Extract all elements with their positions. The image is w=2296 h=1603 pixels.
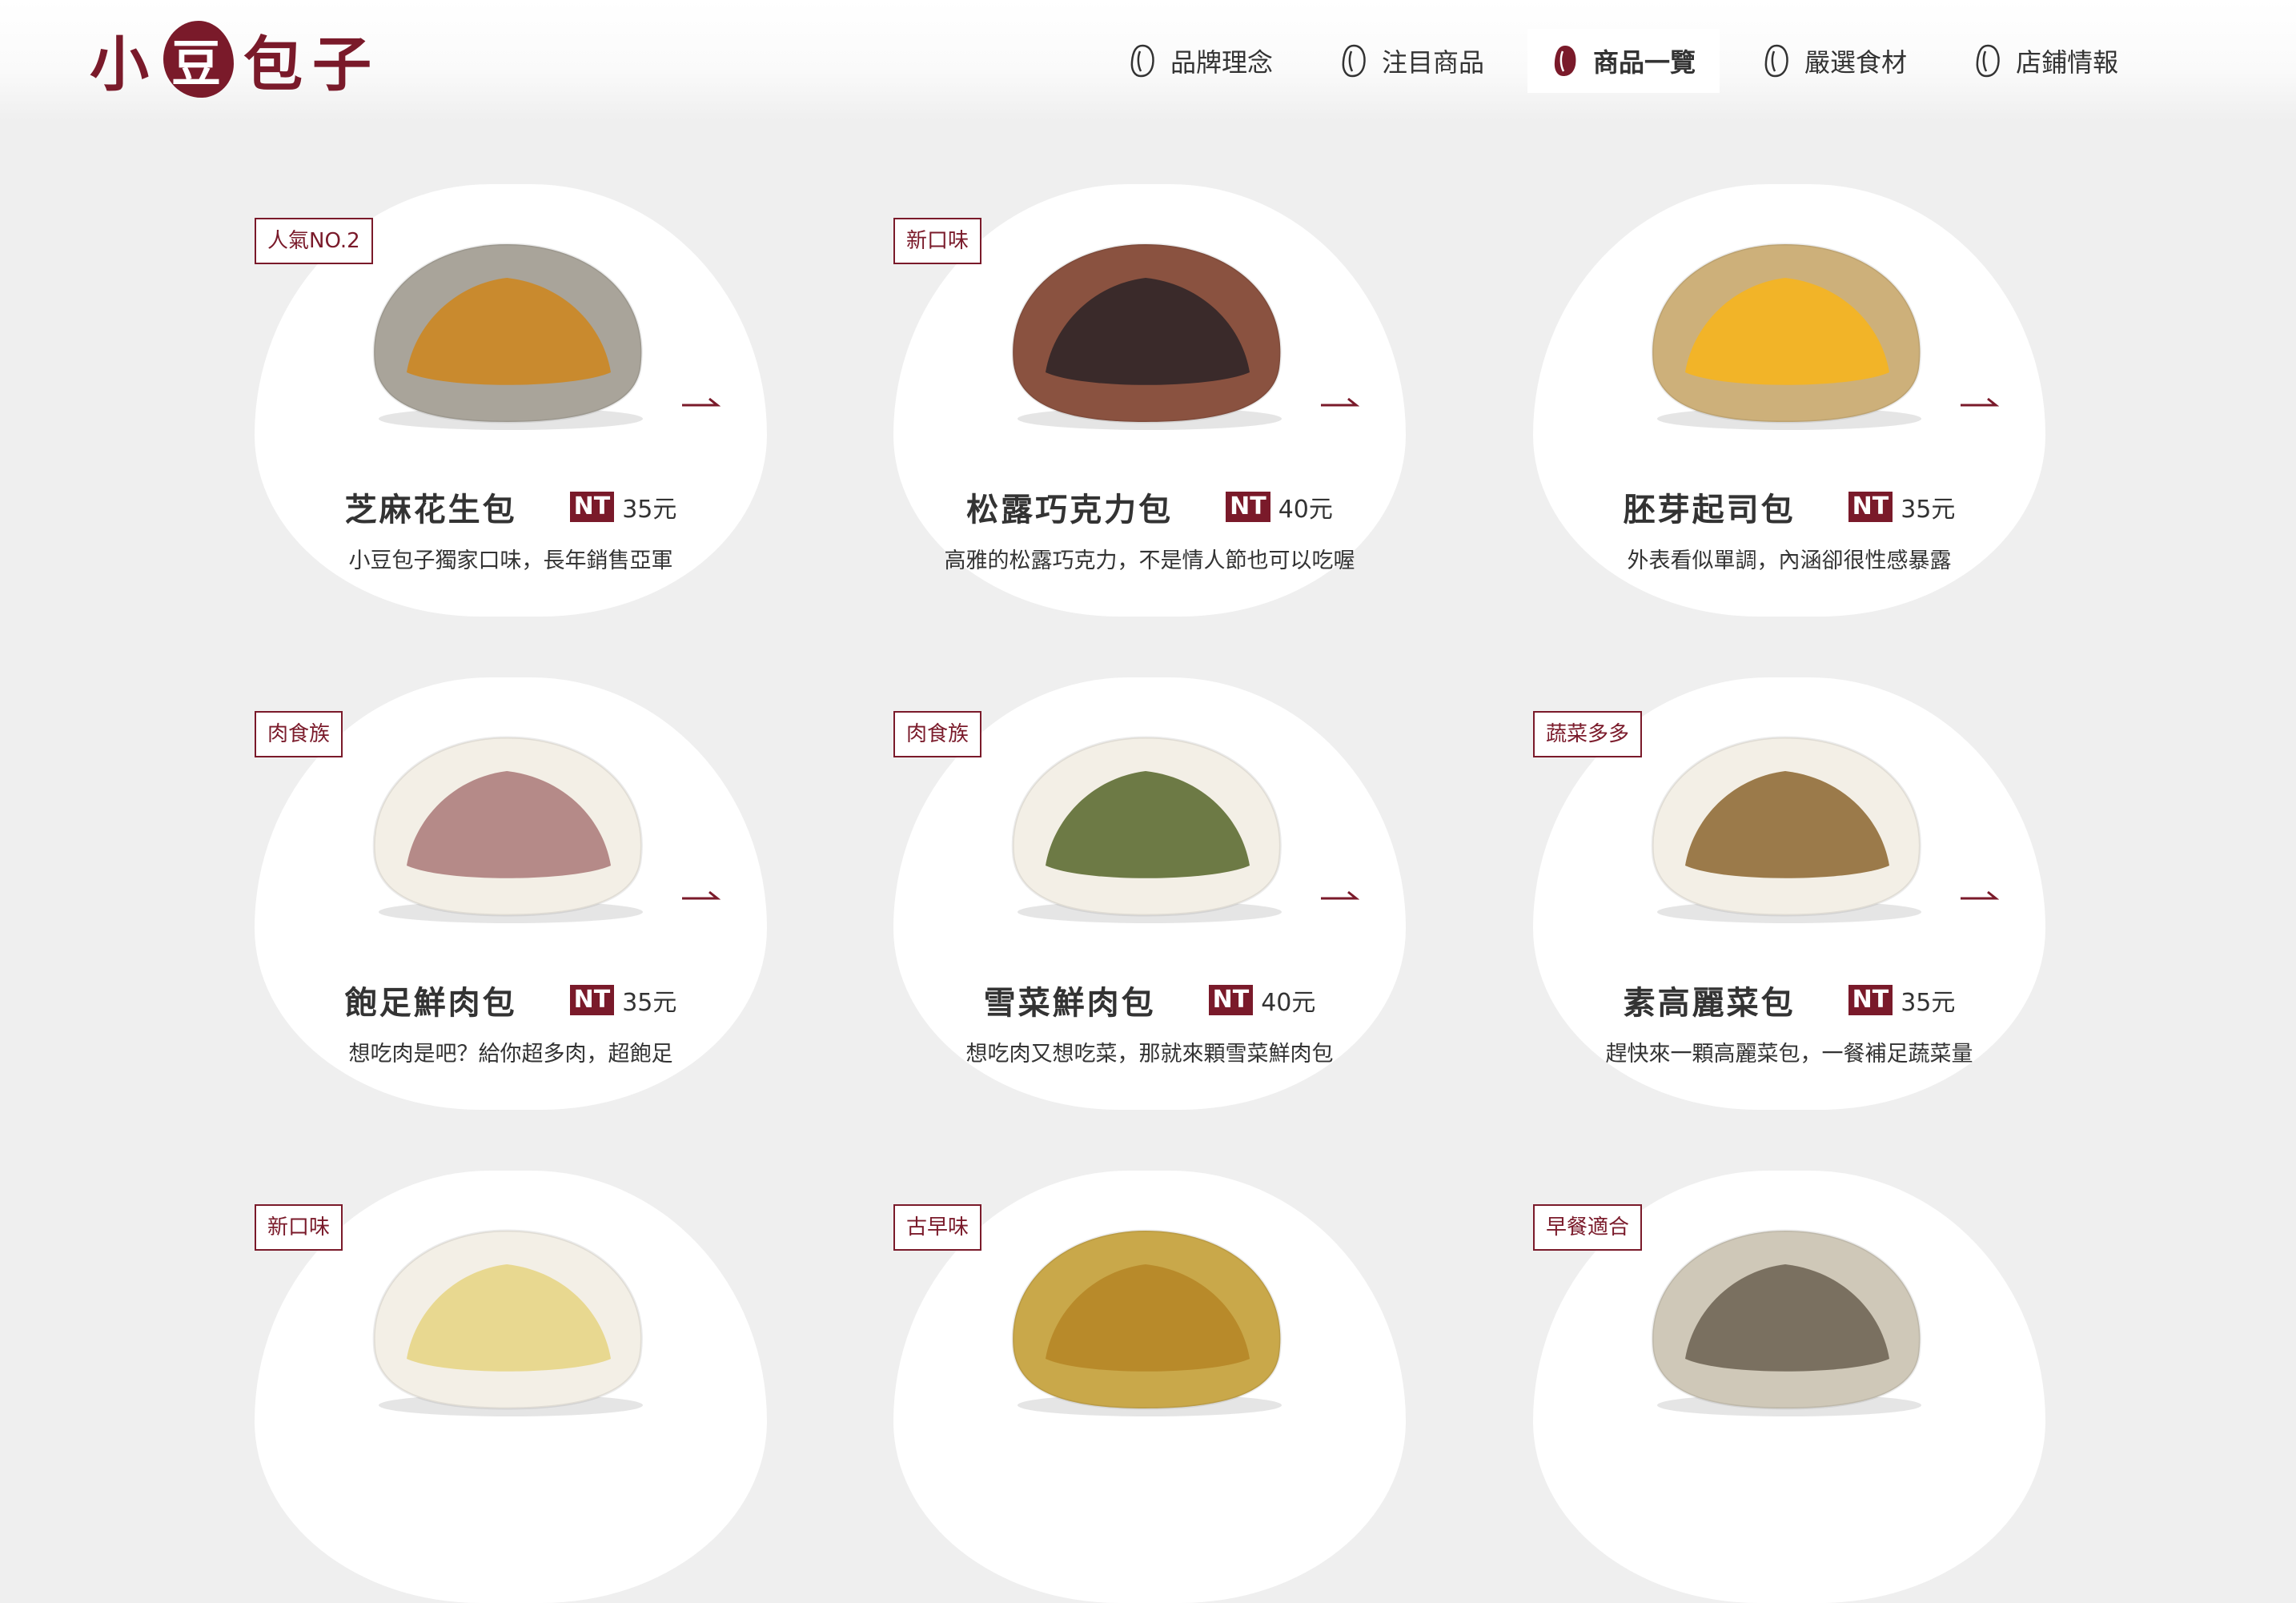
product-price: 35元	[1901, 496, 1956, 524]
bean-outline-icon	[1764, 44, 1788, 78]
product-badge: 古早味	[893, 1204, 982, 1251]
bun-image	[372, 1229, 643, 1416]
product-name: 松露巧克力包	[966, 492, 1174, 528]
nav-item-label: 商品一覽	[1593, 47, 1696, 78]
nav-item-ingredients[interactable]: 嚴選食材	[1739, 29, 1931, 93]
product-name: 飽足鮮肉包	[344, 985, 517, 1022]
nav-item-product-list[interactable]: 商品一覽	[1527, 29, 1720, 93]
nav-item-label: 注目商品	[1382, 47, 1485, 78]
product-name: 素高麗菜包	[1623, 985, 1796, 1022]
bun-image	[372, 243, 643, 430]
main-nav: 品牌理念 注目商品 商品一覽 嚴選食材 店鋪情報	[1105, 29, 2162, 93]
product-description: 想吃肉是吧？給你超多肉，超飽足	[348, 1042, 673, 1067]
product-name-row: 松露巧克力包 NT 40元	[893, 484, 1406, 530]
nav-item-label: 店鋪情報	[2016, 47, 2119, 78]
brand-logo[interactable]: 小 豆 包 子	[90, 21, 376, 99]
bean-outline-icon	[1342, 44, 1366, 78]
product-card[interactable]: 肉食族 飽足鮮肉包 NT 35元 想吃肉是吧？給你超多肉，超飽足	[255, 677, 767, 1110]
nav-item-brand-concept[interactable]: 品牌理念	[1105, 29, 1297, 93]
product-badge: 新口味	[893, 218, 982, 264]
product-price: 40元	[1261, 989, 1316, 1017]
bean-outline-icon	[1130, 44, 1154, 78]
product-card[interactable]: 胚芽起司包 NT 35元 外表看似單調，內涵卻很性感暴露	[1533, 184, 2045, 617]
bun-image	[1651, 736, 1921, 923]
product-name: 雪菜鮮肉包	[983, 985, 1156, 1022]
product-badge: 肉食族	[893, 711, 982, 757]
bean-filled-icon	[1554, 46, 1576, 76]
logo-char: 子	[312, 30, 376, 99]
product-name-row: 素高麗菜包 NT 35元	[1533, 977, 2045, 1023]
product-card[interactable]: 肉食族 雪菜鮮肉包 NT 40元 想吃肉又想吃菜，那就來顆雪菜鮮肉包	[893, 677, 1406, 1110]
product-badge: 人氣NO.2	[255, 218, 373, 264]
product-card[interactable]: 新口味 松露巧克力包 NT 40元 高雅的松露巧克力，不是情人節也可以吃喔	[893, 184, 1406, 617]
nav-item-label: 品牌理念	[1170, 47, 1274, 78]
product-price: 40元	[1278, 496, 1333, 524]
arrow-right-icon[interactable]	[1319, 889, 1359, 902]
currency-badge: NT	[569, 492, 615, 522]
logo-bean-char: 豆	[163, 21, 234, 98]
product-price: 35元	[622, 496, 677, 524]
product-name: 芝麻花生包	[344, 492, 517, 528]
product-card[interactable]: 新口味	[255, 1171, 767, 1603]
arrow-right-icon[interactable]	[1319, 396, 1359, 408]
arrow-right-icon[interactable]	[1959, 889, 1999, 902]
bun-image	[1011, 1229, 1282, 1416]
bun-image	[1011, 736, 1282, 923]
bun-image	[1651, 1229, 1921, 1416]
product-badge: 肉食族	[255, 711, 343, 757]
bean-outline-icon	[1976, 44, 2000, 78]
arrow-right-icon[interactable]	[1959, 396, 1999, 408]
product-description: 高雅的松露巧克力，不是情人節也可以吃喔	[944, 548, 1355, 573]
arrow-right-icon[interactable]	[680, 889, 721, 902]
product-badge: 新口味	[255, 1204, 343, 1251]
currency-badge: NT	[1226, 492, 1270, 522]
product-description: 外表看似單調，內涵卻很性感暴露	[1627, 548, 1952, 573]
product-description: 想吃肉又想吃菜，那就來顆雪菜鮮肉包	[965, 1042, 1334, 1067]
product-price: 35元	[1901, 989, 1956, 1017]
product-card[interactable]: 人氣NO.2 芝麻花生包 NT 35元 小豆包子獨家口味，長年銷售亞軍	[255, 184, 767, 617]
product-badge: 早餐適合	[1533, 1204, 1643, 1251]
product-name-row: 胚芽起司包 NT 35元	[1533, 484, 2045, 530]
nav-item-featured[interactable]: 注目商品	[1316, 29, 1508, 93]
logo-char: 小	[90, 30, 154, 99]
product-card[interactable]: 蔬菜多多 素高麗菜包 NT 35元 趕快來一顆高麗菜包，一餐補足蔬菜量	[1533, 677, 2045, 1110]
product-description: 趕快來一顆高麗菜包，一餐補足蔬菜量	[1605, 1042, 1973, 1067]
currency-badge: NT	[1208, 985, 1254, 1015]
nav-item-label: 嚴選食材	[1804, 47, 1908, 78]
currency-badge: NT	[1848, 985, 1893, 1015]
logo-char: 包	[243, 30, 307, 99]
product-name-row: 飽足鮮肉包 NT 35元	[255, 977, 767, 1023]
product-description: 小豆包子獨家口味，長年銷售亞軍	[348, 548, 673, 573]
bun-image	[1651, 243, 1921, 430]
product-card[interactable]: 古早味	[893, 1171, 1406, 1603]
site-header: 小 豆 包 子 品牌理念 注目商品 商品一覽 嚴選食材 店鋪情報	[0, 0, 2296, 120]
product-card[interactable]: 早餐適合	[1533, 1171, 2045, 1603]
currency-badge: NT	[569, 985, 615, 1015]
bun-image	[372, 736, 643, 923]
product-name-row: 芝麻花生包 NT 35元	[255, 484, 767, 530]
product-badge: 蔬菜多多	[1533, 711, 1643, 757]
bun-image	[1011, 243, 1282, 430]
product-price: 35元	[622, 989, 677, 1017]
product-name-row: 雪菜鮮肉包 NT 40元	[893, 977, 1406, 1023]
product-name: 胚芽起司包	[1623, 492, 1796, 528]
arrow-right-icon[interactable]	[680, 396, 721, 408]
currency-badge: NT	[1848, 492, 1893, 522]
nav-item-store-info[interactable]: 店鋪情報	[1950, 29, 2142, 93]
